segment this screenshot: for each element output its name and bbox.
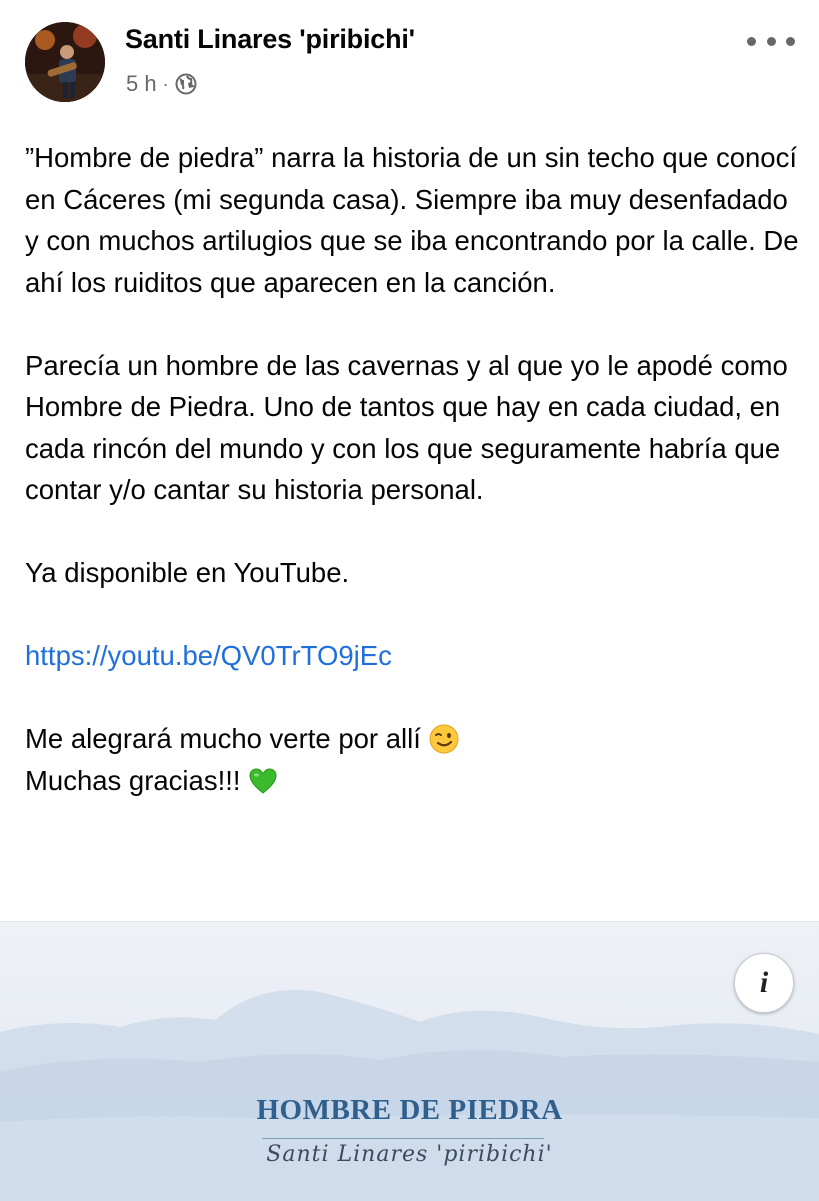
post-header: Santi Linares 'piribichi' 5 h · bbox=[0, 0, 819, 120]
info-label: i bbox=[759, 966, 769, 999]
post-paragraph: Parecía un hombre de las cavernas y al q… bbox=[25, 349, 788, 506]
album-artist: Santi Linares 'piribichi' bbox=[266, 1142, 553, 1167]
closing-line: Muchas gracias!!! bbox=[25, 764, 241, 796]
info-icon[interactable]: i bbox=[734, 953, 794, 1013]
meta-separator: · bbox=[162, 73, 169, 94]
youtube-link[interactable]: https://youtu.be/QV0TrTO9jEc bbox=[25, 640, 392, 671]
post-body: ”Hombre de piedra” narra la historia de … bbox=[25, 137, 805, 801]
album-cover-image[interactable]: i HOMBRE DE PIEDRA Santi Linares 'piribi… bbox=[0, 921, 819, 1201]
globe-icon bbox=[175, 73, 197, 95]
post-meta: 5 h · bbox=[126, 71, 197, 97]
closing-line: Me alegrará mucho verte por allí bbox=[25, 723, 421, 754]
winking-face-emoji-icon bbox=[429, 724, 459, 754]
author-avatar[interactable] bbox=[25, 22, 105, 102]
post-paragraph: ”Hombre de piedra” narra la historia de … bbox=[25, 142, 799, 298]
album-title: HOMBRE DE PIEDRA bbox=[256, 1094, 563, 1126]
post-time[interactable]: 5 h bbox=[126, 71, 157, 97]
green-heart-emoji-icon bbox=[248, 766, 278, 796]
more-options-icon[interactable] bbox=[747, 26, 795, 56]
post-paragraph: Ya disponible en YouTube. bbox=[25, 557, 350, 588]
album-divider bbox=[262, 1138, 544, 1139]
author-name[interactable]: Santi Linares 'piribichi' bbox=[125, 24, 415, 55]
